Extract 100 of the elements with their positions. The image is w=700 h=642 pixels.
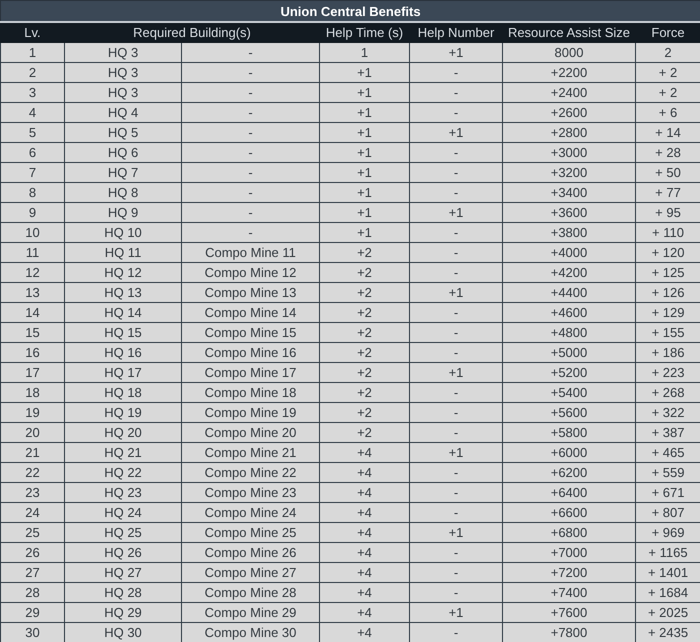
table-cell: + 969	[636, 522, 700, 542]
table-cell: + 2	[636, 62, 700, 82]
table-cell: HQ 28	[64, 582, 182, 602]
table-cell: -	[410, 382, 502, 402]
table-cell: -	[182, 102, 320, 122]
table-cell: HQ 5	[64, 122, 182, 142]
table-cell: Compo Mine 21	[182, 442, 320, 462]
table-cell: -	[410, 622, 502, 642]
table-cell: + 110	[636, 222, 700, 242]
table-cell: +6200	[502, 462, 636, 482]
table-cell: 7	[0, 162, 64, 182]
table-cell: Compo Mine 11	[182, 242, 320, 262]
table-cell: +4600	[502, 302, 636, 322]
table-cell: HQ 4	[64, 102, 182, 122]
table-cell: 16	[0, 342, 64, 362]
table-cell: + 1165	[636, 542, 700, 562]
table-cell: +2	[320, 322, 410, 342]
table-cell: + 50	[636, 162, 700, 182]
table-cell: +1	[410, 202, 502, 222]
table-cell: HQ 9	[64, 202, 182, 222]
table-cell: + 2	[636, 82, 700, 102]
table-cell: +2	[320, 242, 410, 262]
table-cell: HQ 21	[64, 442, 182, 462]
table-cell: +6600	[502, 502, 636, 522]
table-cell: +4200	[502, 262, 636, 282]
table-cell: +1	[410, 122, 502, 142]
table-cell: +2	[320, 262, 410, 282]
table-cell: -	[410, 402, 502, 422]
table-cell: +7400	[502, 582, 636, 602]
table-cell: +1	[320, 202, 410, 222]
table-cell: HQ 10	[64, 222, 182, 242]
table-cell: +3600	[502, 202, 636, 222]
table-cell: HQ 14	[64, 302, 182, 322]
table-cell: + 126	[636, 282, 700, 302]
table-cell: HQ 3	[64, 62, 182, 82]
table-cell: +4	[320, 582, 410, 602]
table-cell: +4400	[502, 282, 636, 302]
table-cell: -	[410, 542, 502, 562]
table-cell: 19	[0, 402, 64, 422]
table-cell: 26	[0, 542, 64, 562]
table-cell: 2	[636, 42, 700, 62]
table-cell: 20	[0, 422, 64, 442]
table-cell: -	[410, 582, 502, 602]
table-cell: + 465	[636, 442, 700, 462]
table-cell: +6000	[502, 442, 636, 462]
table-cell: Compo Mine 24	[182, 502, 320, 522]
table-cell: Compo Mine 23	[182, 482, 320, 502]
table-cell: -	[410, 502, 502, 522]
table-cell: +1	[410, 282, 502, 302]
table-cell: +3400	[502, 182, 636, 202]
table-cell: +2400	[502, 82, 636, 102]
table-cell: +1	[320, 122, 410, 142]
table-cell: 28	[0, 582, 64, 602]
column-header: Force	[636, 22, 700, 42]
table-cell: Compo Mine 15	[182, 322, 320, 342]
table-cell: + 387	[636, 422, 700, 442]
table-cell: +4	[320, 462, 410, 482]
table-cell: + 2435	[636, 622, 700, 642]
table-cell: -	[410, 462, 502, 482]
table-cell: 24	[0, 502, 64, 522]
table-cell: + 120	[636, 242, 700, 262]
table-cell: +5200	[502, 362, 636, 382]
table-cell: +4	[320, 622, 410, 642]
table-cell: 11	[0, 242, 64, 262]
table-cell: +2	[320, 282, 410, 302]
table-cell: HQ 24	[64, 502, 182, 522]
table-cell: +6400	[502, 482, 636, 502]
table-cell: -	[182, 182, 320, 202]
table-cell: HQ 8	[64, 182, 182, 202]
table-cell: 5	[0, 122, 64, 142]
table-cell: + 77	[636, 182, 700, 202]
table-cell: +7600	[502, 602, 636, 622]
table-cell: + 559	[636, 462, 700, 482]
table-cell: 27	[0, 562, 64, 582]
table-cell: +4	[320, 522, 410, 542]
table-cell: +1	[410, 442, 502, 462]
table-cell: -	[410, 422, 502, 442]
table-cell: 1	[320, 42, 410, 62]
table-cell: -	[182, 162, 320, 182]
table-title: Union Central Benefits	[0, 0, 700, 22]
table-cell: 14	[0, 302, 64, 322]
table-cell: + 129	[636, 302, 700, 322]
column-header: Resource Assist Size	[502, 22, 636, 42]
table-cell: +2	[320, 402, 410, 422]
table-cell: -	[410, 82, 502, 102]
table-cell: +1	[320, 222, 410, 242]
table-cell: +1	[320, 142, 410, 162]
table-cell: + 2025	[636, 602, 700, 622]
table-cell: -	[410, 182, 502, 202]
table-cell: + 6	[636, 102, 700, 122]
table-cell: -	[410, 162, 502, 182]
table-cell: +1	[320, 102, 410, 122]
table-cell: -	[410, 322, 502, 342]
table-cell: -	[410, 102, 502, 122]
table-cell: HQ 27	[64, 562, 182, 582]
table-cell: +4	[320, 442, 410, 462]
table-cell: +2	[320, 422, 410, 442]
table-cell: Compo Mine 16	[182, 342, 320, 362]
table-cell: +7200	[502, 562, 636, 582]
table-cell: +4	[320, 542, 410, 562]
